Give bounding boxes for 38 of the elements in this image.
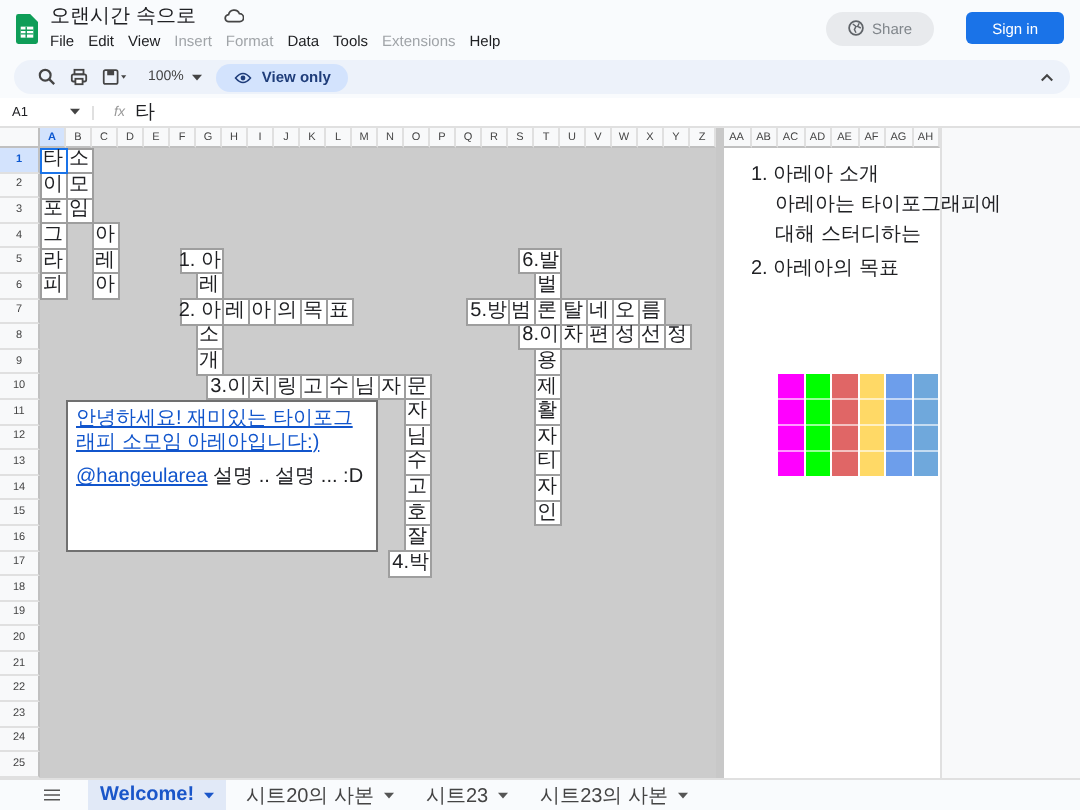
- formula-value: 타: [134, 100, 155, 126]
- cloud-icon[interactable]: [223, 8, 244, 24]
- crossword-cell[interactable]: 4.박: [388, 550, 431, 578]
- crossword-cell[interactable]: 레: [221, 298, 249, 326]
- menu-icon[interactable]: [44, 788, 60, 802]
- caret-icon[interactable]: [191, 73, 202, 81]
- crossword-cell[interactable]: 아: [91, 272, 119, 301]
- sheet-tab[interactable]: 시트20의 사본: [234, 780, 406, 810]
- crossword-cell[interactable]: 2. 아: [180, 298, 223, 326]
- sheet-tab[interactable]: Welcome!: [88, 780, 227, 810]
- note-text: 대해 스터디하는: [773, 222, 923, 248]
- welcome-link[interactable]: 안녕하세요! 재미있는 타이포그래피 소모임 아레아입니다:): [76, 407, 368, 456]
- save-icon[interactable]: [102, 68, 128, 86]
- crossword-cell[interactable]: 목: [299, 298, 327, 326]
- document-title: 오랜시간 속으로: [50, 4, 196, 30]
- crossword-cell[interactable]: 피: [39, 272, 67, 301]
- note-text: 아레아는 타이포그래피에: [773, 192, 1003, 218]
- caret-icon[interactable]: [70, 108, 80, 116]
- mention-link[interactable]: @hangeularea: [76, 465, 208, 488]
- sheets-logo-icon[interactable]: [16, 13, 38, 43]
- crossword-cell[interactable]: 아: [247, 298, 275, 326]
- caret-icon[interactable]: [204, 791, 215, 799]
- crossword-cell[interactable]: 의: [273, 298, 301, 326]
- chevron-up-icon[interactable]: [1040, 72, 1054, 82]
- caret-icon[interactable]: [383, 791, 394, 799]
- sheet-tab[interactable]: 시트23의 사본: [528, 780, 700, 810]
- description-text: @hangeularea 설명 .. 설명 ... :D: [76, 465, 366, 490]
- eye-icon: [233, 71, 252, 83]
- sheet-tab[interactable]: 시트23: [413, 780, 521, 810]
- caret-icon[interactable]: [498, 791, 509, 799]
- note-heading: 2. 아레아의 목표: [751, 256, 901, 282]
- crossword-cell[interactable]: 표: [325, 298, 353, 326]
- caret-icon[interactable]: [678, 791, 688, 799]
- search-icon[interactable]: [38, 68, 56, 86]
- globe-icon: [848, 20, 865, 36]
- printer-icon[interactable]: [70, 68, 88, 86]
- note-heading: 1. 아레아 소개: [751, 162, 881, 188]
- crossword-cell[interactable]: 5.방: [466, 298, 509, 326]
